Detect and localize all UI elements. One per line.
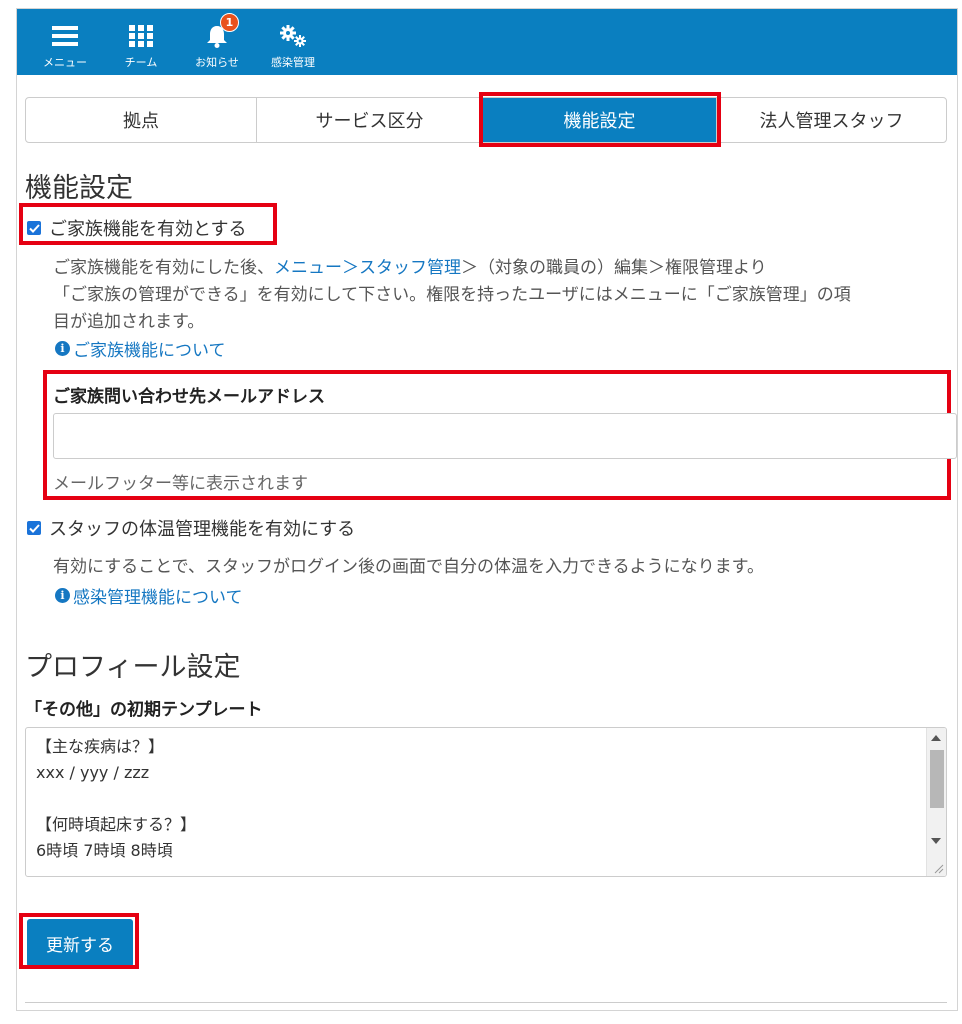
temperature-feature-row[interactable]: スタッフの体温管理機能を有効にする (27, 515, 355, 541)
scroll-up-icon[interactable] (931, 735, 941, 741)
infection-info-link-text: 感染管理機能について (73, 588, 243, 608)
feature-section-title: 機能設定 (25, 173, 133, 204)
temperature-feature-checkbox[interactable] (27, 521, 41, 535)
nav-team-label: チーム (124, 56, 158, 69)
top-nav-bar: メニュー チーム 1 お知らせ 感染管理 (17, 9, 957, 75)
family-email-label: ご家族問い合わせ先メールアドレス (53, 387, 325, 407)
family-feature-row[interactable]: ご家族機能を有効とする (27, 215, 246, 241)
settings-tabs: 拠点 サービス区分 機能設定 法人管理スタッフ (25, 97, 947, 143)
tab-base[interactable]: 拠点 (26, 98, 257, 142)
family-feature-checkbox[interactable] (27, 221, 41, 235)
notification-badge: 1 (220, 13, 239, 32)
family-feature-description: ご家族機能を有効にした後、メニュー＞スタッフ管理＞（対象の職員の）編集＞権限管理… (53, 255, 851, 336)
family-email-input[interactable] (53, 413, 957, 459)
family-feature-info-link[interactable]: i ご家族機能について (55, 336, 226, 361)
desc-text: ご家族機能を有効にした後、 (53, 258, 274, 278)
tab-service-category[interactable]: サービス区分 (257, 98, 483, 142)
tab-feature-settings[interactable]: 機能設定 (483, 98, 717, 142)
scroll-down-icon[interactable] (931, 838, 941, 844)
desc-line-3: 目が追加されます。 (53, 312, 205, 332)
grid-icon (129, 15, 153, 57)
staff-management-link[interactable]: メニュー＞スタッフ管理 (274, 258, 461, 278)
check-icon (28, 523, 40, 533)
nav-infection-control[interactable]: 感染管理 (255, 9, 331, 75)
page-frame: メニュー チーム 1 お知らせ 感染管理 拠点 サービス区分 機能設定 法人管理… (16, 8, 958, 1011)
update-button[interactable]: 更新する (27, 919, 133, 967)
hamburger-icon (52, 15, 78, 57)
template-text: 【主な疾病は？】 xxx / yyy / zzz 【何時頃起床する？】 6時頃 … (36, 737, 197, 860)
nav-notifications-label: お知らせ (195, 56, 239, 69)
family-email-help: メールフッター等に表示されます (53, 474, 308, 494)
infection-info-link[interactable]: i 感染管理機能について (55, 583, 243, 608)
nav-team[interactable]: チーム (103, 9, 179, 75)
scroll-thumb[interactable] (930, 750, 944, 808)
desc-text: ＞（対象の職員の）編集＞権限管理より (461, 258, 767, 278)
nav-notifications[interactable]: 1 お知らせ (179, 9, 255, 75)
check-icon (28, 223, 40, 233)
nav-infection-control-label: 感染管理 (271, 56, 315, 69)
bottom-divider (25, 1002, 947, 1003)
info-icon: i (55, 341, 70, 356)
template-textarea[interactable]: 【主な疾病は？】 xxx / yyy / zzz 【何時頃起床する？】 6時頃 … (25, 727, 947, 877)
textarea-scrollbar[interactable] (926, 728, 946, 876)
template-label: 「その他」の初期テンプレート (25, 700, 263, 720)
resize-grip-icon[interactable] (932, 862, 944, 874)
family-feature-label: ご家族機能を有効とする (49, 219, 247, 240)
gears-icon (278, 15, 308, 57)
nav-menu-label: メニュー (43, 56, 87, 69)
nav-menu[interactable]: メニュー (27, 9, 103, 75)
temperature-feature-description: 有効にすることで、スタッフがログイン後の画面で自分の体温を入力できるようになりま… (53, 557, 764, 577)
info-icon: i (55, 588, 70, 603)
temperature-feature-label: スタッフの体温管理機能を有効にする (49, 519, 356, 540)
profile-section-title: プロフィール設定 (25, 652, 241, 683)
family-info-link-text: ご家族機能について (73, 341, 226, 361)
desc-line-2: 「ご家族の管理ができる」を有効にして下さい。権限を持ったユーザにはメニューに「ご… (53, 285, 851, 305)
tab-corporate-staff[interactable]: 法人管理スタッフ (717, 98, 946, 142)
